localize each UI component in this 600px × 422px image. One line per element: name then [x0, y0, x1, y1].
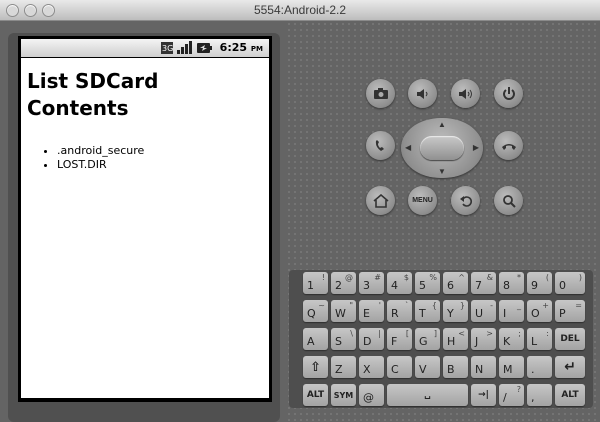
key-7[interactable]: 7 &	[471, 272, 496, 294]
key-9[interactable]: 9(	[527, 272, 552, 294]
file-list: .android_secure LOST.DIR	[41, 144, 144, 172]
back-button[interactable]	[451, 186, 480, 215]
dpad-up-icon[interactable]: ▲	[438, 120, 446, 129]
volume-down-button[interactable]	[408, 79, 437, 108]
dpad-center-button[interactable]	[420, 136, 464, 160]
key-a[interactable]: A	[303, 328, 328, 350]
space-key[interactable]: ␣	[387, 384, 468, 406]
key-5[interactable]: 5%	[415, 272, 440, 294]
list-item[interactable]: .android_secure	[57, 144, 144, 158]
power-button[interactable]	[494, 79, 523, 108]
dpad-left-icon[interactable]: ◀	[405, 143, 411, 152]
sym-key[interactable]: SYM	[331, 384, 356, 406]
key-r[interactable]: R `	[387, 300, 412, 322]
dpad-down-icon[interactable]: ▼	[438, 167, 446, 176]
signal-icon	[177, 41, 192, 54]
end-call-icon	[501, 143, 516, 150]
back-icon	[459, 195, 472, 207]
enter-key[interactable]: ↵	[555, 356, 585, 378]
alt-key-left[interactable]: ALT	[303, 384, 328, 406]
key-q[interactable]: Q ~	[303, 300, 328, 322]
key-n[interactable]: N	[471, 356, 496, 378]
key-comma[interactable]: ,	[527, 384, 552, 406]
home-icon	[372, 193, 389, 208]
key-at[interactable]: @	[359, 384, 384, 406]
key-period[interactable]: .	[527, 356, 552, 378]
3g-icon: 3G	[161, 42, 173, 54]
key-y[interactable]: Y}	[443, 300, 468, 322]
key-i[interactable]: I _	[499, 300, 524, 322]
list-item[interactable]: LOST.DIR	[57, 158, 144, 172]
call-button[interactable]	[366, 131, 395, 160]
window-title: 5554:Android-2.2	[253, 3, 347, 17]
key-p[interactable]: P =	[555, 300, 585, 322]
key-d[interactable]: D |	[359, 328, 384, 350]
key-l[interactable]: L:	[527, 328, 552, 350]
key-e[interactable]: E '	[359, 300, 384, 322]
dpad-right-icon[interactable]: ▶	[473, 143, 479, 152]
key-6[interactable]: 6 ^	[443, 272, 468, 294]
key-3[interactable]: 3 #	[359, 272, 384, 294]
search-button[interactable]	[494, 186, 523, 215]
key-u[interactable]: U-	[471, 300, 496, 322]
key-1[interactable]: 1!	[303, 272, 328, 294]
key-s[interactable]: S \	[331, 328, 356, 350]
key-2[interactable]: 2 @	[331, 272, 356, 294]
camera-icon	[373, 88, 388, 99]
key-w[interactable]: W "	[331, 300, 356, 322]
svg-text:3G: 3G	[162, 44, 173, 53]
key-0[interactable]: 0)	[555, 272, 585, 294]
key-4[interactable]: 4 $	[387, 272, 412, 294]
delete-key[interactable]: DEL	[555, 328, 585, 350]
app-content: List SDCard Contents .android_secure LOS…	[21, 58, 269, 398]
key-g[interactable]: G]	[415, 328, 440, 350]
status-bar: 3G 6:25 PM	[21, 39, 269, 57]
key-v[interactable]: V	[415, 356, 440, 378]
power-icon	[502, 86, 515, 100]
camera-button[interactable]	[366, 79, 395, 108]
shift-key[interactable]: ⇧	[303, 356, 328, 378]
key-8[interactable]: 8 *	[499, 272, 524, 294]
key-c[interactable]: C	[387, 356, 412, 378]
dpad[interactable]: ▲ ▼ ◀ ▶	[401, 118, 483, 178]
menu-button[interactable]: MENU	[408, 186, 437, 215]
key-z[interactable]: Z	[331, 356, 356, 378]
alt-key-right[interactable]: ALT	[555, 384, 585, 406]
key-m[interactable]: M	[499, 356, 524, 378]
search-icon	[502, 194, 516, 208]
clock: 6:25 PM	[219, 41, 263, 54]
key-o[interactable]: O +	[527, 300, 552, 322]
device-screen: 3G 6:25 PM List SDCard Contents .android…	[18, 36, 272, 402]
window-titlebar: 5554:Android-2.2	[0, 0, 600, 21]
volume-up-icon	[458, 88, 472, 99]
key-t[interactable]: T{	[415, 300, 440, 322]
tab-key[interactable]: →|	[471, 384, 496, 406]
page-title: List SDCard Contents	[27, 69, 159, 120]
call-icon	[375, 139, 384, 151]
key-b[interactable]: B	[443, 356, 468, 378]
end-call-button[interactable]	[494, 131, 523, 160]
key-k[interactable]: K;	[499, 328, 524, 350]
battery-icon	[197, 43, 212, 53]
key-f[interactable]: F[	[387, 328, 412, 350]
key-x[interactable]: X	[359, 356, 384, 378]
key-slash[interactable]: /?	[499, 384, 524, 406]
key-j[interactable]: J >	[471, 328, 496, 350]
home-button[interactable]	[366, 186, 395, 215]
key-h[interactable]: H <	[443, 328, 468, 350]
volume-up-button[interactable]	[451, 79, 480, 108]
volume-down-icon	[416, 88, 427, 99]
